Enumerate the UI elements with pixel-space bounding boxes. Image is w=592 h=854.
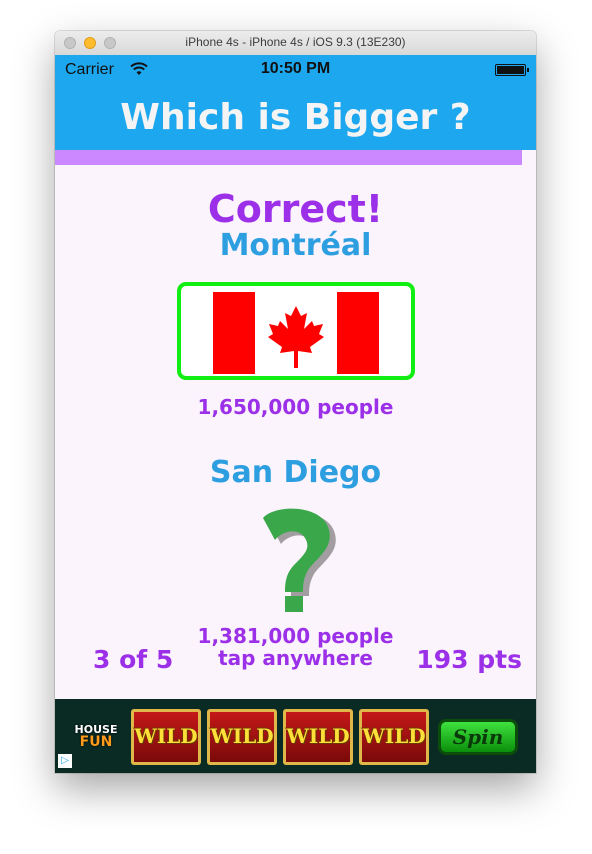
ad-spin-button[interactable]: Spin (438, 719, 518, 755)
ad-reel: WILD (207, 709, 277, 765)
ad-banner[interactable]: HOUSE FUN WILD WILD WILD WILD Spin ▷ (55, 699, 536, 773)
page-title: Which is Bigger ? (120, 97, 471, 138)
first-city-population: 1,650,000 people (197, 395, 394, 419)
first-city-flag-card[interactable] (177, 282, 415, 380)
ios-status-bar: Carrier 10:50 PM (55, 55, 536, 85)
canada-flag-icon (213, 292, 379, 374)
ad-reel: WILD (283, 709, 353, 765)
ad-reel: WILD (131, 709, 201, 765)
question-mark-icon[interactable] (241, 508, 351, 612)
nav-bar: Which is Bigger ? (55, 85, 536, 150)
ad-reel: WILD (359, 709, 429, 765)
status-time: 10:50 PM (260, 60, 331, 77)
second-city-name: San Diego (209, 455, 382, 490)
ad-logo: HOUSE FUN (74, 723, 118, 750)
window-titlebar: iPhone 4s - iPhone 4s / iOS 9.3 (13E230) (55, 31, 536, 56)
first-city-name: Montréal (219, 228, 372, 263)
result-message: Correct! (207, 187, 384, 231)
battery-icon (495, 64, 529, 76)
game-area[interactable]: Correct! Montréal 1,650,000 people San D… (55, 165, 536, 699)
game-progress-bar (55, 150, 536, 165)
score-label: 193 pts (416, 645, 522, 674)
simulator-window: iPhone 4s - iPhone 4s / iOS 9.3 (13E230)… (55, 31, 536, 773)
adchoices-icon[interactable]: ▷ (58, 754, 72, 768)
progress-fill (55, 150, 522, 165)
window-title: iPhone 4s - iPhone 4s / iOS 9.3 (13E230) (185, 35, 406, 49)
